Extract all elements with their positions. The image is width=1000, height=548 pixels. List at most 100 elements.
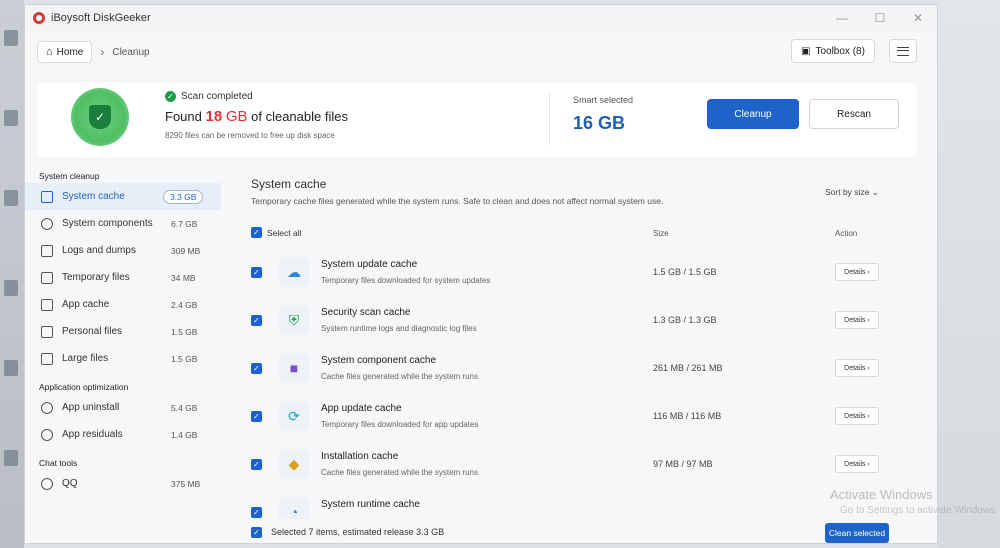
sidebar-item-size: 34 MB — [171, 272, 196, 283]
sidebar-item-label: System cache — [62, 190, 125, 202]
nav-bar: ⌂ Home › Cleanup ▣ Toolbox (8) — [25, 31, 937, 73]
sidebar-item-app-cache[interactable]: App cache 2.4 GB — [25, 291, 221, 318]
desktop-icon[interactable] — [4, 360, 18, 376]
desktop-icon[interactable] — [4, 30, 18, 46]
desktop-icon[interactable] — [4, 450, 18, 466]
row-desc: Temporary files downloaded for app updat… — [321, 420, 479, 429]
menu-button[interactable] — [889, 39, 917, 63]
sidebar-item-app-uninstall[interactable]: App uninstall 5.4 GB — [25, 394, 221, 421]
details-label: Details — [844, 460, 866, 468]
scan-summary-card: ✓ ✓ Scan completed Found 18 GB of cleana… — [37, 83, 917, 157]
details-button[interactable]: Details › — [835, 263, 879, 281]
folder-icon — [41, 325, 53, 338]
window-controls: — ☐ ✕ — [823, 5, 937, 31]
sidebar-item-size: 1.5 GB — [171, 326, 198, 337]
clean-selected-button[interactable]: Clean selected — [825, 523, 889, 543]
smart-selected-label: Smart selected — [573, 95, 634, 105]
gauge-icon: ◔ — [279, 497, 309, 519]
found-prefix: Found — [165, 109, 202, 124]
check-circle-icon: ✓ — [165, 91, 176, 102]
activate-windows-watermark: Activate Windows — [830, 487, 933, 502]
title-bar: iBoysoft DiskGeeker — ☐ ✕ — [25, 5, 937, 31]
qq-icon — [41, 477, 53, 490]
sidebar-item-label: Large files — [62, 352, 109, 364]
sidebar: System cleanup System cache 3.3 GB Syste… — [25, 165, 221, 543]
chevron-down-icon: ⌄ — [871, 187, 879, 197]
row-name: Installation cache — [321, 451, 399, 462]
checkbox-select-all[interactable]: ✓ — [251, 227, 262, 238]
breadcrumb-cleanup: Cleanup — [112, 46, 150, 58]
row-checkbox[interactable]: ✓ — [251, 459, 262, 470]
row-name: Security scan cache — [321, 307, 411, 318]
sidebar-item-size: 5.4 GB — [171, 402, 198, 413]
app-window: iBoysoft DiskGeeker — ☐ ✕ ⌂ Home › Clean… — [24, 4, 938, 544]
sidebar-item-qq[interactable]: QQ 375 MB — [25, 470, 221, 497]
row-desc: Temporary files downloaded for system up… — [321, 276, 491, 285]
details-button[interactable]: Details › — [835, 311, 879, 329]
sidebar-item-logs-and-dumps[interactable]: Logs and dumps 309 MB — [25, 237, 221, 264]
list-item: ✓ ☁ System update cache Temporary files … — [235, 249, 925, 297]
sidebar-item-temporary-files[interactable]: Temporary files 34 MB — [25, 264, 221, 291]
toolbox-button[interactable]: ▣ Toolbox (8) — [791, 39, 875, 63]
selection-summary: Selected 7 items, estimated release 3.3 … — [271, 527, 445, 537]
row-checkbox[interactable]: ✓ — [251, 267, 262, 278]
sidebar-item-personal-files[interactable]: Personal files 1.5 GB — [25, 318, 221, 345]
row-checkbox[interactable]: ✓ — [251, 411, 262, 422]
row-name: App update cache — [321, 403, 402, 414]
app-logo-icon — [33, 12, 45, 24]
shield-check-icon: ✓ — [89, 105, 111, 129]
shield-icon: ⛨ — [279, 305, 309, 335]
details-button[interactable]: Details › — [835, 407, 879, 425]
home-icon: ⌂ — [46, 46, 53, 58]
footer-bar: ✓ Selected 7 items, estimated release 3.… — [235, 520, 925, 543]
row-size: 97 MB / 97 MB — [653, 459, 713, 469]
home-button[interactable]: ⌂ Home — [37, 41, 93, 63]
rescan-button[interactable]: Rescan — [809, 99, 899, 129]
toolbox-label: Toolbox (8) — [815, 45, 865, 57]
minimize-button[interactable]: — — [823, 5, 861, 31]
app-window-icon — [41, 298, 53, 311]
desktop-icon[interactable] — [4, 280, 18, 296]
smart-selected-value: 16 GB — [573, 113, 626, 133]
sidebar-item-large-files[interactable]: Large files 1.5 GB — [25, 345, 221, 372]
page-description: Temporary cache files generated while th… — [251, 196, 664, 206]
sidebar-section-title: Application optimization — [39, 382, 129, 392]
cleanup-button[interactable]: Cleanup — [707, 99, 799, 129]
sidebar-section-title: System cleanup — [39, 171, 100, 181]
sidebar-item-label: QQ — [62, 477, 78, 489]
row-checkbox[interactable]: ✓ — [251, 363, 262, 374]
sidebar-item-size: 3.3 GB — [163, 189, 204, 204]
sidebar-item-label: App uninstall — [62, 401, 120, 413]
hamburger-icon — [897, 46, 909, 56]
shield-badge: ✓ — [71, 88, 129, 146]
select-all[interactable]: ✓ Select all — [251, 227, 302, 238]
sidebar-item-size: 1.4 GB — [171, 429, 198, 440]
sidebar-item-system-components[interactable]: System components 6.7 GB — [25, 210, 221, 237]
row-checkbox[interactable]: ✓ — [251, 507, 262, 518]
sidebar-item-size: 375 MB — [171, 478, 201, 489]
close-button[interactable]: ✕ — [899, 5, 937, 31]
row-size: 116 MB / 116 MB — [653, 411, 722, 421]
sidebar-item-app-residuals[interactable]: App residuals 1.4 GB — [25, 421, 221, 448]
sidebar-item-label: Personal files — [62, 325, 123, 337]
residuals-icon — [41, 428, 53, 441]
sidebar-item-label: Temporary files — [62, 271, 130, 283]
log-icon — [41, 244, 53, 257]
sidebar-item-size: 1.5 GB — [171, 353, 198, 364]
row-checkbox[interactable]: ✓ — [251, 315, 262, 326]
sidebar-item-system-cache[interactable]: System cache 3.3 GB — [25, 183, 221, 210]
found-unit: GB — [225, 108, 248, 125]
found-subtext: 8290 files can be removed to free up dis… — [165, 131, 335, 140]
sidebar-item-size: 6.7 GB — [171, 218, 198, 229]
maximize-button[interactable]: ☐ — [861, 5, 899, 31]
list-item: ✓ ⛨ Security scan cache System runtime l… — [235, 297, 925, 345]
desktop-icon[interactable] — [4, 190, 18, 206]
footer-checkbox[interactable]: ✓ — [251, 527, 262, 538]
sort-dropdown[interactable]: Sort by size ⌄ — [825, 187, 879, 198]
details-button[interactable]: Details › — [835, 359, 879, 377]
page-title: System cache — [251, 177, 327, 191]
details-button[interactable]: Details › — [835, 455, 879, 473]
desktop-icon[interactable] — [4, 110, 18, 126]
desktop-right-strip — [938, 0, 1000, 548]
desktop-left-strip — [0, 0, 24, 548]
